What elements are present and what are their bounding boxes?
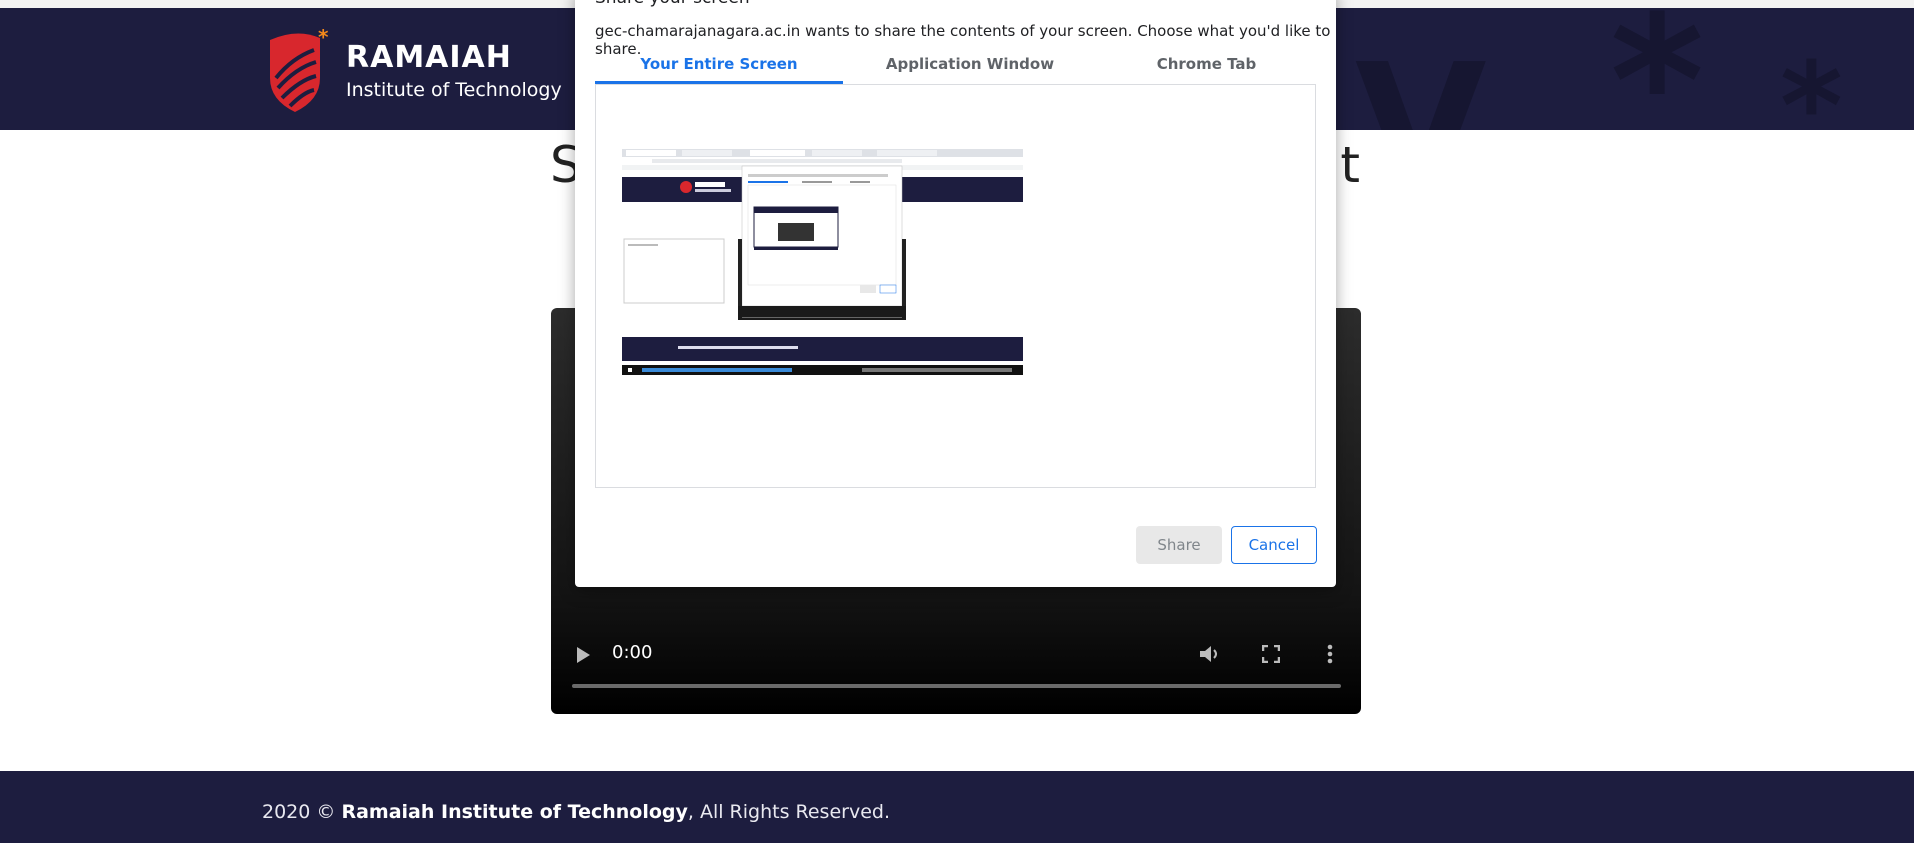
video-progress-bar[interactable] — [572, 684, 1341, 688]
dialog-title: Share your screen — [595, 0, 750, 8]
screen-preview-image — [622, 149, 1023, 375]
footer-year: 2020 © — [262, 801, 336, 823]
tab-entire-screen[interactable]: Your Entire Screen — [595, 48, 843, 84]
screen-thumbnail[interactable] — [622, 149, 1023, 375]
share-screen-dialog: Share your screen gec-chamarajanagara.ac… — [575, 0, 1336, 587]
tab-application-window[interactable]: Application Window — [843, 48, 1097, 81]
tab-chrome-tab[interactable]: Chrome Tab — [1097, 48, 1316, 81]
page-title-right: t — [1340, 136, 1360, 194]
cancel-button[interactable]: Cancel — [1231, 526, 1317, 564]
logo-title: RAMAIAH — [346, 40, 512, 75]
logo-subtitle: Institute of Technology — [346, 79, 562, 101]
site-footer: 2020 © Ramaiah Institute of Technology, … — [0, 771, 1914, 843]
volume-icon[interactable] — [1199, 644, 1221, 664]
footer-copyright: 2020 © Ramaiah Institute of Technology, … — [262, 801, 890, 823]
ramaiah-logo[interactable]: * RAMAIAH Institute of Technology — [262, 28, 592, 118]
play-icon[interactable] — [575, 646, 591, 664]
footer-org: Ramaiah Institute of Technology — [341, 801, 688, 823]
screen-picker-panel — [595, 84, 1316, 488]
decorative-asterisk-icon: * — [1780, 38, 1843, 130]
fullscreen-icon[interactable] — [1262, 645, 1280, 663]
share-button[interactable]: Share — [1136, 526, 1222, 564]
more-options-icon[interactable] — [1327, 644, 1333, 664]
decorative-asterisk-icon: * — [1610, 8, 1705, 130]
footer-rights: , All Rights Reserved. — [687, 801, 890, 823]
video-time: 0:00 — [612, 642, 653, 663]
ramaiah-shield-icon: * — [270, 28, 329, 112]
svg-text:*: * — [318, 28, 329, 49]
decorative-v-shape: V — [1355, 28, 1487, 130]
share-source-tabs: Your Entire Screen Application Window Ch… — [595, 48, 1316, 84]
